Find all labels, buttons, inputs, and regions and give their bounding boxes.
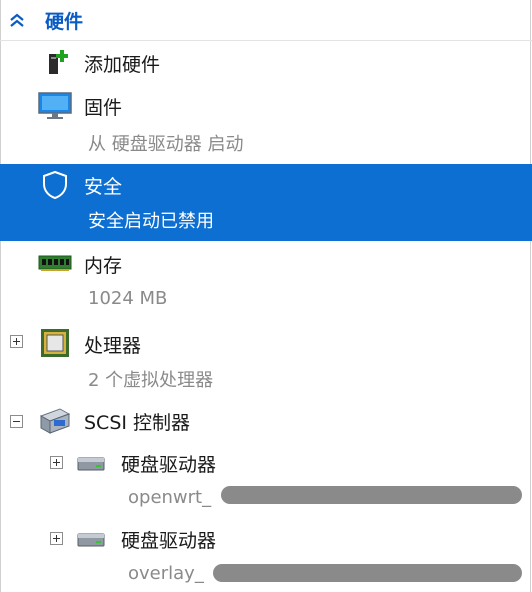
monitor-icon: [38, 92, 72, 119]
section-title: 硬件: [45, 11, 84, 33]
memory-size: 1024 MB: [88, 288, 168, 309]
firmware-boot-info: 从 硬盘驱动器 启动: [88, 134, 244, 155]
processor-label: 处理器: [84, 335, 142, 357]
hard-drive-icon: [77, 533, 105, 547]
drive-1-path: openwrt_: [128, 487, 212, 508]
hardware-section-header[interactable]: 硬件: [0, 0, 532, 41]
expand-drive-1-toggle[interactable]: [50, 456, 63, 469]
scsi-controller-label: SCSI 控制器: [84, 412, 191, 434]
tree-item-add-hardware[interactable]: 添加硬件: [0, 42, 532, 82]
expand-processor-toggle[interactable]: [10, 335, 23, 348]
drive-2-path: overlay_: [128, 563, 204, 584]
shield-icon: [43, 170, 67, 200]
scsi-controller-icon: [39, 408, 71, 434]
drive-2-label: 硬盘驱动器: [121, 530, 217, 552]
redaction-bar: [213, 564, 522, 582]
add-hardware-icon: [49, 50, 68, 74]
tree-item-hard-drive-1[interactable]: 硬盘驱动器 openwrt_: [0, 444, 532, 518]
collapse-scsi-toggle[interactable]: [10, 415, 23, 428]
tree-item-security[interactable]: 安全 安全启动已禁用: [0, 164, 532, 241]
secure-boot-status: 安全启动已禁用: [88, 211, 214, 232]
hard-drive-icon: [77, 457, 105, 471]
processor-count: 2 个虚拟处理器: [88, 370, 214, 391]
redaction-bar: [221, 486, 522, 504]
tree-item-scsi-controller[interactable]: SCSI 控制器: [0, 402, 532, 442]
collapse-chevron-icon[interactable]: [8, 11, 26, 29]
tree-item-hard-drive-2[interactable]: 硬盘驱动器 overlay_: [0, 520, 532, 592]
tree-item-memory[interactable]: 内存 1024 MB: [0, 243, 532, 321]
memory-icon: [38, 255, 72, 271]
expand-drive-2-toggle[interactable]: [50, 532, 63, 545]
firmware-label: 固件: [84, 97, 123, 119]
drive-1-label: 硬盘驱动器: [121, 454, 217, 476]
security-label: 安全: [84, 176, 123, 198]
cpu-icon: [41, 329, 69, 357]
add-hardware-label: 添加硬件: [84, 54, 161, 76]
tree-item-firmware[interactable]: 固件 从 硬盘驱动器 启动: [0, 84, 532, 162]
tree-item-processor[interactable]: 处理器 2 个虚拟处理器: [0, 323, 532, 400]
memory-label: 内存: [84, 255, 123, 277]
